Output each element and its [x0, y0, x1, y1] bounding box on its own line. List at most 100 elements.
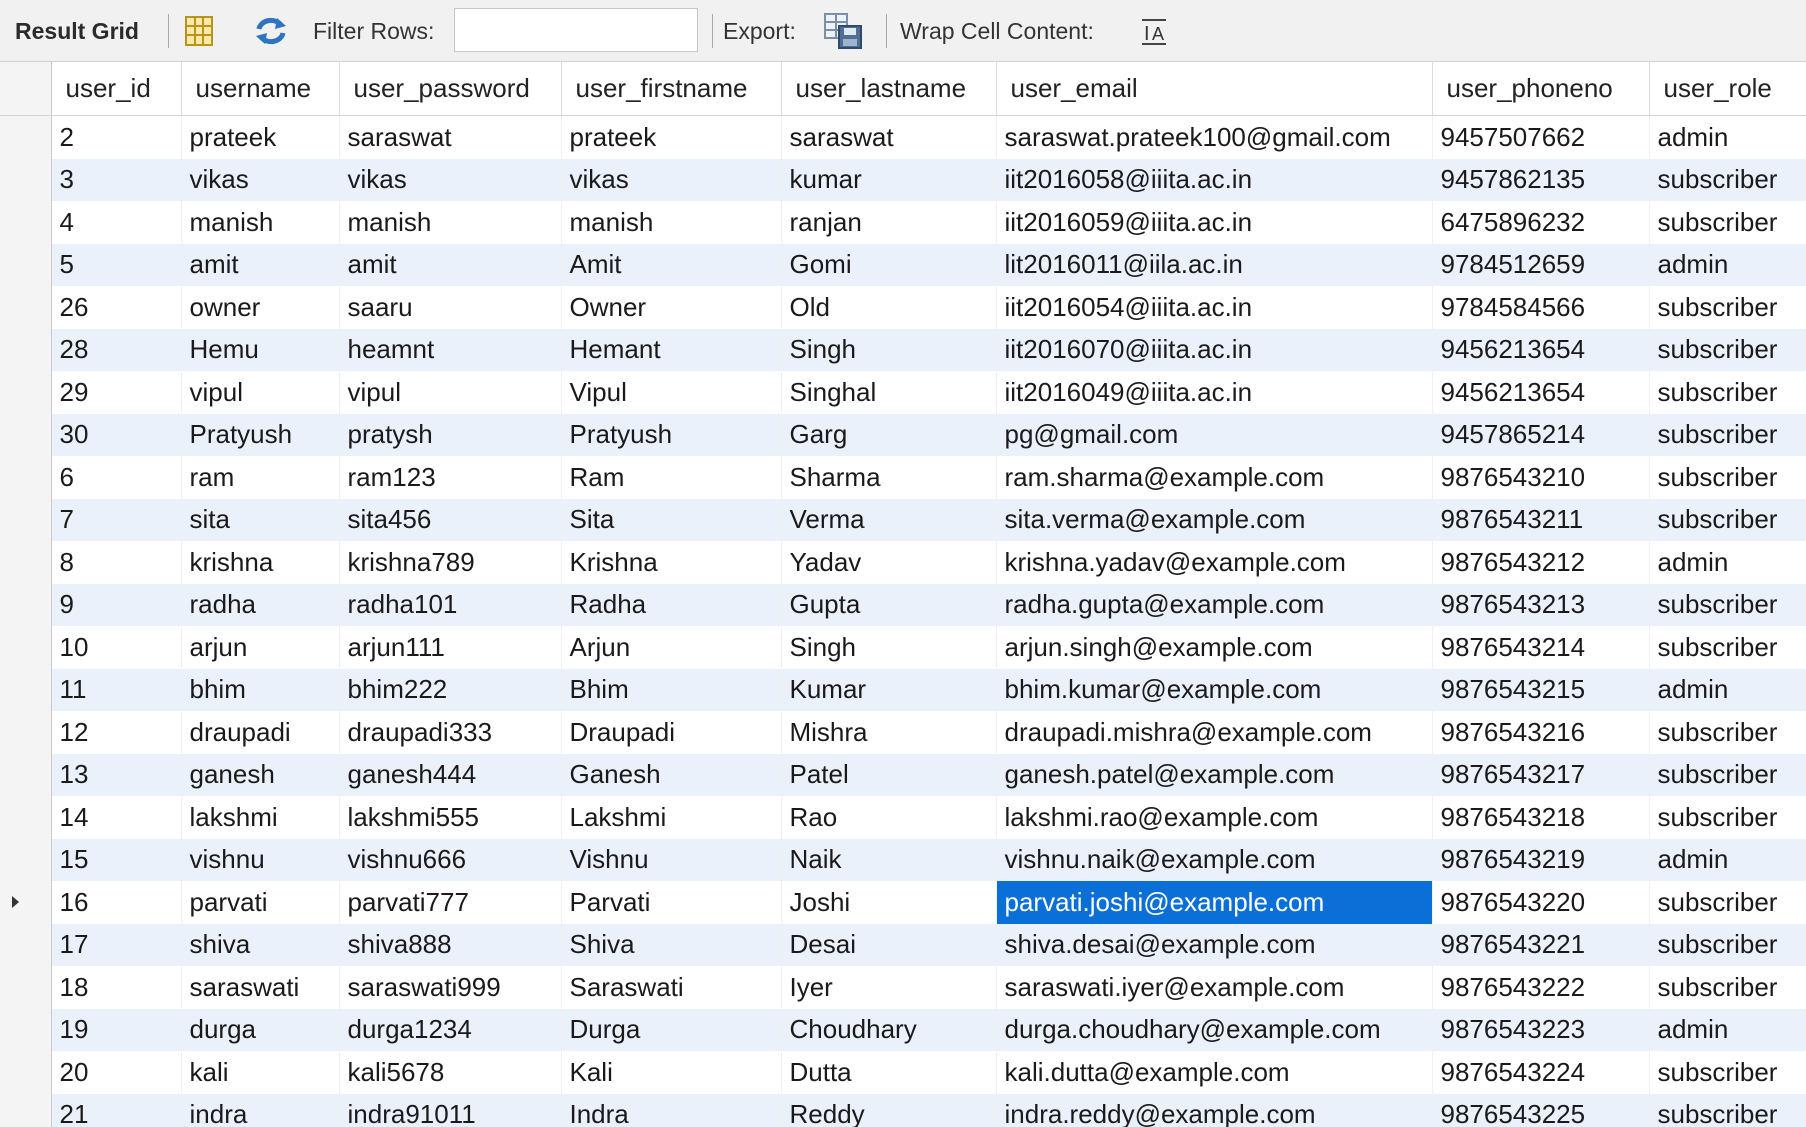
cell-username[interactable]: parvati: [181, 881, 340, 924]
row-header[interactable]: [0, 115, 52, 159]
cell-user-email[interactable]: sita.verma@example.com: [996, 498, 1433, 541]
cell-user-password[interactable]: bhim222: [339, 668, 562, 711]
cell-user-id[interactable]: 11: [51, 668, 182, 711]
result-grid[interactable]: user_id username user_password user_firs…: [0, 62, 1806, 1127]
cell-user-role[interactable]: admin: [1649, 1008, 1806, 1051]
cell-user-firstname[interactable]: Pratyush: [561, 413, 782, 456]
cell-user-lastname[interactable]: ranjan: [781, 201, 997, 244]
row-header[interactable]: [0, 923, 52, 966]
row-header[interactable]: [0, 881, 52, 924]
row-header[interactable]: [0, 413, 52, 456]
cell-user-email[interactable]: ram.sharma@example.com: [996, 456, 1433, 499]
cell-user-phoneno[interactable]: 9876543222: [1432, 966, 1650, 1009]
cell-user-phoneno[interactable]: 9876543214: [1432, 626, 1650, 669]
cell-user-firstname[interactable]: Shiva: [561, 923, 782, 966]
cell-username[interactable]: draupadi: [181, 711, 340, 754]
cell-user-firstname[interactable]: Hemant: [561, 328, 782, 371]
cell-user-id[interactable]: 29: [51, 371, 182, 414]
column-header[interactable]: user_phoneno: [1432, 62, 1650, 116]
row-header[interactable]: [0, 838, 52, 881]
row-header[interactable]: [0, 583, 52, 626]
table-row[interactable]: 7 sita sita456 Sita Verma sita.verma@example.…: [0, 498, 1806, 541]
cell-user-lastname[interactable]: kumar: [781, 158, 997, 201]
cell-user-lastname[interactable]: Naik: [781, 838, 997, 881]
table-row[interactable]: 6 ram ram123 Ram Sharma ram.sharma@example.co…: [0, 456, 1806, 499]
cell-user-id[interactable]: 7: [51, 498, 182, 541]
cell-user-password[interactable]: parvati777: [339, 881, 562, 924]
cell-user-phoneno[interactable]: 9457862135: [1432, 158, 1650, 201]
cell-user-password[interactable]: indra91011: [339, 1093, 562, 1127]
cell-user-email[interactable]: kali.dutta@example.com: [996, 1051, 1433, 1094]
cell-user-lastname[interactable]: Dutta: [781, 1051, 997, 1094]
cell-user-password[interactable]: vishnu666: [339, 838, 562, 881]
cell-user-firstname[interactable]: Arjun: [561, 626, 782, 669]
row-header[interactable]: [0, 1008, 52, 1051]
cell-user-role[interactable]: subscriber: [1649, 201, 1806, 244]
cell-user-id[interactable]: 9: [51, 583, 182, 626]
cell-user-phoneno[interactable]: 9876543217: [1432, 753, 1650, 796]
cell-user-email[interactable]: durga.choudhary@example.com: [996, 1008, 1433, 1051]
cell-user-password[interactable]: lakshmi555: [339, 796, 562, 839]
cell-username[interactable]: Hemu: [181, 328, 340, 371]
cell-user-firstname[interactable]: Krishna: [561, 541, 782, 584]
table-row[interactable]: 3 vikas vikas vikas kumar iit2016058@iiita.ac…: [0, 158, 1806, 201]
cell-user-role[interactable]: admin: [1649, 541, 1806, 584]
cell-user-phoneno[interactable]: 9456213654: [1432, 328, 1650, 371]
cell-user-firstname[interactable]: Vipul: [561, 371, 782, 414]
cell-user-id[interactable]: 4: [51, 201, 182, 244]
cell-user-firstname[interactable]: Saraswati: [561, 966, 782, 1009]
cell-user-password[interactable]: heamnt: [339, 328, 562, 371]
cell-user-phoneno[interactable]: 9876543218: [1432, 796, 1650, 839]
cell-user-id[interactable]: 10: [51, 626, 182, 669]
cell-user-id[interactable]: 28: [51, 328, 182, 371]
cell-user-password[interactable]: vikas: [339, 158, 562, 201]
refresh-icon[interactable]: [250, 10, 292, 52]
cell-user-firstname[interactable]: Radha: [561, 583, 782, 626]
row-header[interactable]: [0, 1093, 52, 1127]
cell-user-id[interactable]: 21: [51, 1093, 182, 1127]
cell-user-password[interactable]: saraswat: [339, 115, 562, 159]
cell-user-role[interactable]: subscriber: [1649, 796, 1806, 839]
cell-user-phoneno[interactable]: 9876543225: [1432, 1093, 1650, 1127]
table-row[interactable]: 11 bhim bhim222 Bhim Kumar bhim.kumar@example…: [0, 668, 1806, 711]
cell-user-firstname[interactable]: prateek: [561, 115, 782, 159]
table-row[interactable]: 2 prateek saraswat prateek saraswat saraswat.…: [0, 115, 1806, 159]
cell-user-role[interactable]: subscriber: [1649, 456, 1806, 499]
cell-user-phoneno[interactable]: 9876543219: [1432, 838, 1650, 881]
cell-user-role[interactable]: subscriber: [1649, 711, 1806, 754]
cell-user-phoneno[interactable]: 9876543215: [1432, 668, 1650, 711]
table-row[interactable]: 5 amit amit Amit Gomi lit2016011@iila.ac.in 97…: [0, 243, 1806, 286]
cell-user-phoneno[interactable]: 9876543220: [1432, 881, 1650, 924]
row-header[interactable]: [0, 626, 52, 669]
cell-user-email[interactable]: krishna.yadav@example.com: [996, 541, 1433, 584]
cell-user-email[interactable]: vishnu.naik@example.com: [996, 838, 1433, 881]
cell-username[interactable]: ganesh: [181, 753, 340, 796]
cell-user-firstname[interactable]: Indra: [561, 1093, 782, 1127]
cell-user-id[interactable]: 30: [51, 413, 182, 456]
cell-user-role[interactable]: subscriber: [1649, 286, 1806, 329]
cell-user-id[interactable]: 8: [51, 541, 182, 584]
cell-user-phoneno[interactable]: 9784512659: [1432, 243, 1650, 286]
cell-user-password[interactable]: krishna789: [339, 541, 562, 584]
cell-user-firstname[interactable]: Ram: [561, 456, 782, 499]
cell-username[interactable]: indra: [181, 1093, 340, 1127]
cell-user-password[interactable]: ganesh444: [339, 753, 562, 796]
cell-user-password[interactable]: saraswati999: [339, 966, 562, 1009]
cell-user-password[interactable]: arjun111: [339, 626, 562, 669]
cell-username[interactable]: Pratyush: [181, 413, 340, 456]
cell-username[interactable]: amit: [181, 243, 340, 286]
table-row[interactable]: 26 owner saaru Owner Old iit2016054@iiita.ac.…: [0, 286, 1806, 329]
column-header[interactable]: user_lastname: [781, 62, 997, 116]
cell-user-firstname[interactable]: Lakshmi: [561, 796, 782, 839]
table-row[interactable]: 21 indra indra91011 Indra Reddy indra.reddy@e…: [0, 1093, 1806, 1127]
cell-user-firstname[interactable]: Owner: [561, 286, 782, 329]
row-header[interactable]: [0, 456, 52, 499]
cell-user-id[interactable]: 6: [51, 456, 182, 499]
cell-user-password[interactable]: vipul: [339, 371, 562, 414]
cell-user-role[interactable]: subscriber: [1649, 371, 1806, 414]
cell-user-id[interactable]: 17: [51, 923, 182, 966]
cell-user-email[interactable]: iit2016058@iiita.ac.in: [996, 158, 1433, 201]
cell-username[interactable]: saraswati: [181, 966, 340, 1009]
cell-user-id[interactable]: 14: [51, 796, 182, 839]
row-header[interactable]: [0, 753, 52, 796]
